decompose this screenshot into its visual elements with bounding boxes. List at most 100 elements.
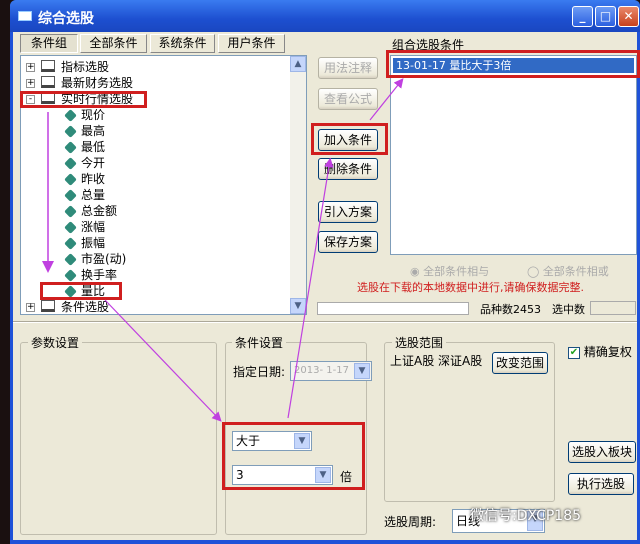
tree-group[interactable]: + 最新财务选股 — [21, 75, 286, 91]
tree-item[interactable]: 最低 — [21, 139, 286, 155]
date-picker[interactable]: 2013- 1-17 ▼ — [290, 361, 372, 381]
tree-group[interactable]: + 条件选股 — [21, 299, 286, 315]
remove-condition-button[interactable]: 删除条件 — [318, 158, 378, 180]
chevron-down-icon[interactable]: ▼ — [315, 467, 331, 483]
indicator-icon — [64, 269, 77, 282]
radio-and[interactable]: ◉ 全部条件相与 — [410, 263, 489, 279]
tree-item[interactable]: 涨幅 — [21, 219, 286, 235]
count-label: 品种数2453 — [480, 301, 541, 317]
tree-item[interactable]: 总量 — [21, 187, 286, 203]
condition-settings-label: 条件设置 — [232, 334, 287, 351]
combo-conditions-list[interactable]: 13-01-17 量比大于3倍 — [390, 55, 637, 255]
params-group-label: 参数设置 — [28, 334, 83, 351]
chevron-down-icon[interactable]: ▼ — [354, 363, 370, 379]
radio-or-label: 全部条件相或 — [542, 265, 609, 278]
tree-item-label: 换手率 — [81, 268, 118, 282]
period-label: 选股周期: — [384, 515, 437, 529]
tree-group-label: 条件选股 — [61, 300, 110, 314]
tree-item[interactable]: 今开 — [21, 155, 286, 171]
value-text: 3 — [236, 468, 244, 482]
tree-item[interactable]: 换手率 — [21, 267, 286, 283]
tree-item[interactable]: 总金额 — [21, 203, 286, 219]
title-bar[interactable] — [10, 0, 640, 32]
close-button[interactable]: ✕ — [618, 6, 639, 27]
app-icon — [18, 11, 32, 21]
tree-group-label: 指标选股 — [61, 60, 110, 74]
warning-text: 选股在下载的本地数据中进行,请确保数据完整. — [357, 281, 584, 294]
stock-count: 2453 — [513, 303, 541, 316]
tree-item[interactable]: 昨收 — [21, 171, 286, 187]
tab-all-conditions[interactable]: 全部条件 — [80, 34, 147, 53]
checkmark-icon[interactable]: ✔ — [568, 346, 580, 359]
minimize-button[interactable]: _ — [572, 6, 593, 27]
tree-item-label: 振幅 — [81, 236, 106, 250]
highlight-add-button — [311, 123, 388, 155]
scroll-up-icon[interactable]: ▲ — [290, 56, 306, 72]
tree-item-label: 最低 — [81, 140, 106, 154]
save-scheme-button[interactable]: 保存方案 — [318, 231, 378, 253]
count-label-text: 品种数 — [480, 303, 513, 316]
indicator-icon — [64, 221, 77, 234]
tab-system-conditions[interactable]: 系统条件 — [150, 34, 215, 53]
indicator-icon — [64, 157, 77, 170]
radio-or[interactable]: ◯ 全部条件相或 — [527, 263, 609, 279]
operator-select[interactable]: 大于 ▼ — [232, 431, 312, 451]
selected-count — [590, 301, 636, 315]
tree-item[interactable]: 振幅 — [21, 235, 286, 251]
tree-item-label: 今开 — [81, 156, 106, 170]
tab-user-conditions[interactable]: 用户条件 — [218, 34, 285, 53]
indicator-icon — [64, 125, 77, 138]
tree-item-label: 总量 — [81, 188, 106, 202]
usage-notes-button[interactable]: 用法注释 — [318, 57, 378, 79]
radio-and-label: 全部条件相与 — [423, 265, 490, 278]
folder-icon — [41, 300, 55, 312]
indicator-icon — [64, 253, 77, 266]
maximize-button[interactable]: □ — [595, 6, 616, 27]
divider — [13, 321, 637, 323]
expand-icon[interactable]: + — [26, 79, 35, 88]
view-formula-button[interactable]: 查看公式 — [318, 88, 378, 110]
import-scheme-button[interactable]: 引入方案 — [318, 201, 378, 223]
indicator-icon — [64, 189, 77, 202]
radio-icon: ◉ — [410, 265, 424, 278]
tab-condition-group[interactable]: 条件组 — [20, 34, 78, 53]
date-label: 指定日期: — [233, 365, 286, 379]
tree-item-label: 市盈(动) — [81, 252, 127, 266]
selected-count-label: 选中数 — [552, 303, 585, 316]
radio-icon: ◯ — [527, 265, 543, 278]
exact-adjust-checkbox[interactable]: ✔ 精确复权 — [568, 343, 632, 360]
unit-label: 倍 — [340, 470, 353, 484]
watermark: 微信号:DXCP185 — [470, 508, 582, 524]
folder-icon — [41, 76, 55, 88]
range-text: 上证A股 深证A股 — [390, 354, 483, 368]
expand-icon[interactable]: + — [26, 303, 35, 312]
scroll-down-icon[interactable]: ▼ — [290, 298, 306, 314]
date-value: 2013- 1-17 — [294, 365, 349, 376]
tree-item[interactable]: 市盈(动) — [21, 251, 286, 267]
tree-group-label: 最新财务选股 — [61, 76, 134, 90]
indicator-icon — [64, 237, 77, 250]
highlight-condition-item — [386, 50, 640, 78]
params-group — [20, 342, 217, 535]
tree-item[interactable]: 最高 — [21, 123, 286, 139]
range-group-label: 选股范围 — [392, 334, 447, 351]
expand-icon[interactable]: + — [26, 63, 35, 72]
tree-item-label: 现价 — [81, 108, 106, 122]
tree-item-label: 最高 — [81, 124, 106, 138]
progress-bar — [317, 302, 469, 315]
execute-button[interactable]: 执行选股 — [568, 473, 634, 495]
indicator-icon — [64, 141, 77, 154]
tree-scrollbar[interactable]: ▲ ▼ — [290, 56, 306, 314]
indicator-icon — [64, 173, 77, 186]
tree-item-label: 涨幅 — [81, 220, 106, 234]
chevron-down-icon[interactable]: ▼ — [294, 433, 310, 449]
tree-item-label: 昨收 — [81, 172, 106, 186]
tree-item[interactable]: 现价 — [21, 107, 286, 123]
tree-group[interactable]: + 指标选股 — [21, 59, 286, 75]
value-select[interactable]: 3 ▼ — [232, 465, 333, 485]
add-to-block-button[interactable]: 选股入板块 — [568, 441, 636, 463]
exact-adjust-label: 精确复权 — [583, 345, 632, 359]
change-range-button[interactable]: 改变范围 — [492, 352, 548, 374]
tree-item-label: 总金额 — [81, 204, 118, 218]
indicator-icon — [64, 205, 77, 218]
